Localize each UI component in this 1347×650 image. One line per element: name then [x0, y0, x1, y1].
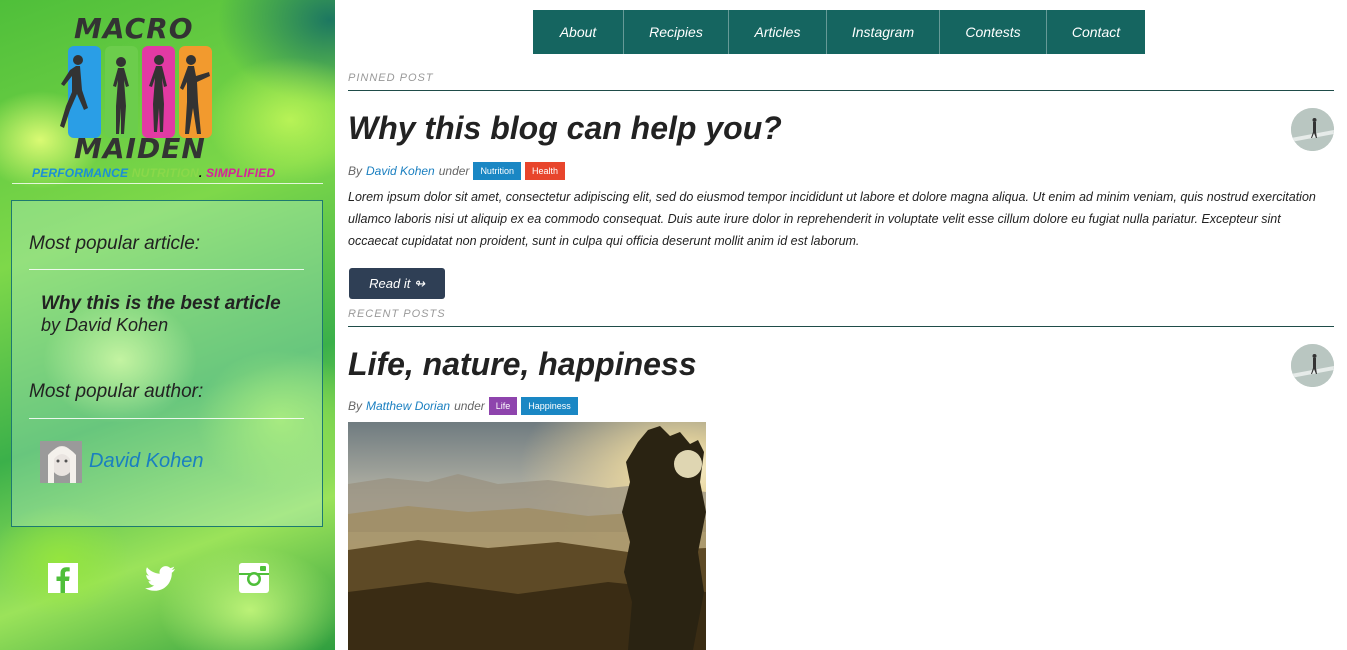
instagram-icon[interactable]: [238, 562, 270, 594]
sidebar: MACRO MAIDEN PERFORMANCE NUTRITION. SIMP…: [0, 0, 335, 650]
facebook-icon[interactable]: [47, 562, 79, 594]
logo-tagline: PERFORMANCE NUTRITION. SIMPLIFIED: [32, 166, 276, 180]
nav-about[interactable]: About: [533, 10, 623, 54]
recent-post-image[interactable]: [348, 422, 706, 650]
site-logo[interactable]: MACRO MAIDEN PERFORMANCE NUTRITION. SIMP…: [30, 12, 275, 180]
nav-articles[interactable]: Articles: [728, 10, 826, 54]
recent-post-title[interactable]: Life, nature, happiness: [348, 346, 697, 383]
recent-post-author-link[interactable]: Matthew Dorian: [366, 399, 450, 413]
logo-line-1: MACRO: [74, 12, 194, 45]
category-badge-health[interactable]: Health: [524, 162, 565, 180]
pinned-post-title[interactable]: Why this blog can help you?: [348, 110, 782, 147]
nav-contests[interactable]: Contests: [939, 10, 1046, 54]
recent-post-avatar[interactable]: [1291, 344, 1334, 387]
nav-recipies[interactable]: Recipies: [623, 10, 728, 54]
recent-section-label: RECENT POSTS: [348, 308, 446, 320]
pinned-post-byline: By David Kohen under Nutrition Health: [348, 162, 569, 180]
divider: [29, 418, 304, 419]
pinned-section-label: PINNED POST: [348, 72, 434, 84]
popular-author-heading: Most popular author:: [29, 381, 204, 402]
pinned-post-excerpt: Lorem ipsum dolor sit amet, consectetur …: [348, 190, 1316, 248]
main-nav: About Recipies Articles Instagram Contes…: [533, 10, 1145, 54]
twitter-icon[interactable]: [144, 562, 176, 594]
pinned-post-author-link[interactable]: David Kohen: [366, 164, 435, 178]
nav-instagram[interactable]: Instagram: [826, 10, 939, 54]
divider: [29, 269, 304, 270]
popular-box: Most popular article: Why this is the be…: [11, 200, 323, 527]
popular-article-byline: by David Kohen: [41, 315, 169, 335]
popular-author-link[interactable]: David Kohen: [89, 450, 204, 473]
pinned-section-rule: [348, 90, 1334, 91]
recent-post-byline: By Matthew Dorian under Life Happiness: [348, 397, 582, 415]
sidebar-divider: [12, 183, 323, 184]
category-badge-happiness[interactable]: Happiness: [521, 397, 578, 415]
recent-section-rule: [348, 326, 1334, 327]
read-it-button[interactable]: Read it ↬: [349, 268, 445, 299]
logo-line-2: MAIDEN: [74, 132, 206, 165]
nav-contact[interactable]: Contact: [1046, 10, 1145, 54]
logo-graphic: [60, 46, 213, 138]
category-badge-life[interactable]: Life: [488, 397, 518, 415]
pinned-post-avatar[interactable]: [1291, 108, 1334, 151]
popular-article-heading: Most popular article:: [29, 233, 201, 254]
popular-author-avatar[interactable]: [40, 441, 82, 483]
category-badge-nutrition[interactable]: Nutrition: [473, 162, 521, 180]
popular-article-link[interactable]: Why this is the best article: [41, 293, 281, 315]
